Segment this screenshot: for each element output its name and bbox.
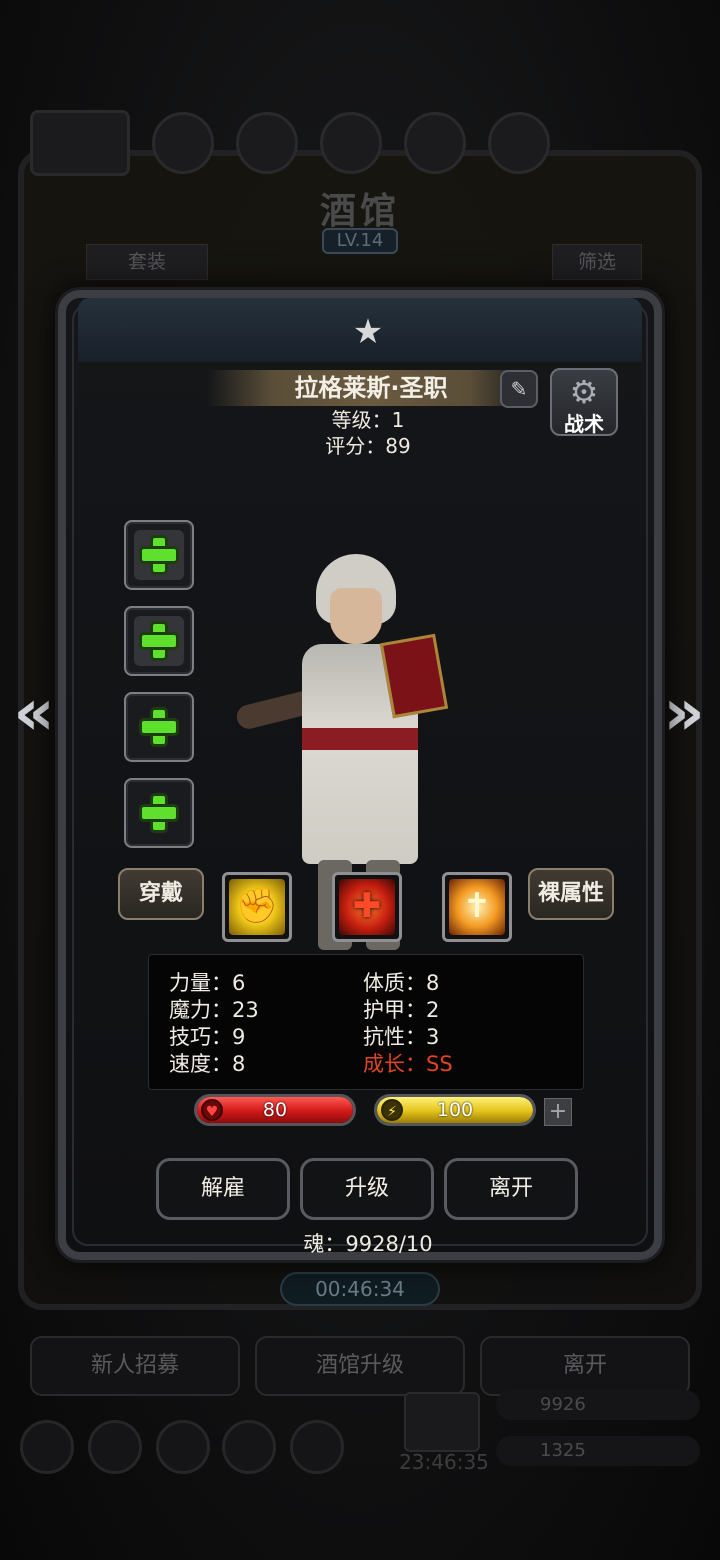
background-tab [30,110,130,176]
hero-face [330,588,382,644]
pencil-icon: ✎ [510,377,528,401]
filter-button: 筛选 [552,244,642,280]
set-button: 套装 [86,244,208,280]
attr-armor: 护甲：2 [363,998,440,1022]
background-level-badge: LV.14 [322,228,398,254]
plus-icon [140,622,178,660]
recruit-button: 新人招募 [30,1336,240,1396]
energy-bar: ⚡ 100 [374,1094,536,1126]
heal-cross-icon: ✚ [352,886,382,926]
background-tab [404,112,466,174]
attr-strength: 力量：6 [169,971,246,995]
edit-name-button[interactable]: ✎ [500,370,538,408]
wear-button[interactable]: 穿戴 [118,868,204,920]
background-tab [488,112,550,174]
leave-button[interactable]: 离开 [444,1158,578,1220]
rank-star-icon: ★ [352,312,384,352]
attr-constitution: 体质：8 [363,971,440,995]
background-menu-icon [20,1420,74,1474]
upgrade-button[interactable]: 升级 [300,1158,434,1220]
skill-slot-heal[interactable]: ✚ [332,872,402,942]
fist-icon: ✊ [235,886,279,926]
hero-score: 评分：89 [325,434,411,458]
accessory-slot-1[interactable] [124,692,194,762]
add-energy-button[interactable]: + [544,1098,572,1126]
hero-name: 拉格莱斯·圣职 [206,370,536,406]
background-tab-row [30,108,690,178]
skill-slot-holy[interactable]: ✝ [442,872,512,942]
background-tab [236,112,298,174]
skill-slot-fist[interactable]: ✊ [222,872,292,942]
background-leave-button: 离开 [480,1336,690,1396]
background-menu-icon [88,1420,142,1474]
background-timer: 00:46:34 [280,1272,440,1306]
background-menu-icon [222,1420,276,1474]
tavern-upgrade-button: 酒馆升级 [255,1336,465,1396]
gold-resource: 9926 [496,1390,700,1420]
hero-level: 等级：1 [331,408,405,432]
gift-timer: 23:46:35 [399,1450,489,1474]
accessory-slot-2[interactable] [124,778,194,848]
hero-sash [302,728,418,750]
energy-value: 100 [436,1099,474,1121]
background-title: 酒馆 [319,191,400,232]
hp-bar: ♥ 80 [194,1094,356,1126]
background-menu-icon [156,1420,210,1474]
next-hero-arrow-icon[interactable]: » [662,678,706,748]
previous-hero-arrow-icon[interactable]: « [12,678,56,748]
plus-icon [140,794,178,832]
plus-icon [140,708,178,746]
attr-growth: 成长：SS [363,1052,453,1076]
attr-resistance: 抗性：3 [363,1025,440,1049]
background-tab [152,112,214,174]
naked-attributes-button[interactable]: 裸属性 [528,868,614,920]
hero-detail-dialog: ★ 拉格莱斯·圣职 ✎ ⚙ 战术 等级：1 评分：89 穿戴 ✊ ✚ ✝ 裸属性… [58,290,662,1260]
soul-counter: 魂：9928/10 [303,1232,433,1256]
attr-skill: 技巧：9 [169,1025,246,1049]
attr-magic: 魔力：23 [169,998,259,1022]
attr-speed: 速度：8 [169,1052,246,1076]
plus-icon [140,536,178,574]
armor-slot[interactable] [124,606,194,676]
holy-light-icon: ✝ [462,886,492,926]
weapon-slot[interactable] [124,520,194,590]
attributes-panel: 力量：6 魔力：23 技巧：9 速度：8 体质：8 护甲：2 抗性：3 成长：S… [148,954,584,1090]
hp-value: 80 [262,1099,288,1121]
dismiss-button[interactable]: 解雇 [156,1158,290,1220]
background-menu-icon [290,1420,344,1474]
gem-resource: 1325 [496,1436,700,1466]
gift-box-icon [404,1392,480,1452]
background-tab [320,112,382,174]
hero-book [379,633,449,719]
